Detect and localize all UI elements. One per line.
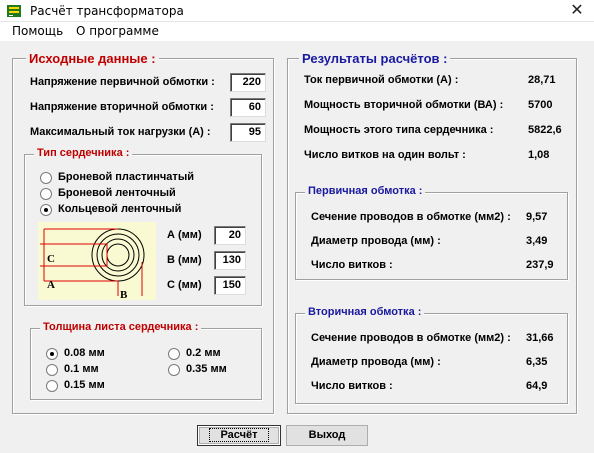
diagram-label-a: A (47, 279, 55, 291)
thickness-option-1-label: 0.1 мм (64, 363, 99, 375)
calculate-button[interactable]: Расчёт (197, 425, 281, 446)
close-icon[interactable]: ✕ (564, 1, 590, 21)
thickness-option-0-label: 0.08 мм (64, 347, 105, 359)
diagram-label-c: C (47, 253, 55, 265)
result-value-0: 28,71 (528, 74, 556, 86)
secondary-value-2: 64,9 (526, 380, 548, 392)
dim-c-field[interactable]: 150 (214, 276, 246, 295)
primary-voltage-label: Напряжение первичной обмотки : (30, 76, 215, 88)
secondary-value-0: 31,66 (526, 332, 554, 344)
primary-value-2: 237,9 (526, 259, 554, 271)
secondary-voltage-field[interactable]: 60 (230, 98, 266, 117)
secondary-label-0: Сечение проводов в обмотке (мм2) : (311, 332, 511, 344)
core-radio-2[interactable] (40, 204, 52, 216)
result-label-0: Ток первичной обмотки (А) : (304, 74, 459, 86)
thickness-radio-4[interactable] (168, 364, 180, 376)
thickness-radio-0[interactable] (46, 348, 58, 360)
thickness-option-2-label: 0.15 мм (64, 379, 105, 391)
secondary-winding-legend: Вторичная обмотка : (305, 306, 425, 318)
menu-help[interactable]: Помощь (12, 24, 63, 38)
max-current-label: Максимальный ток нагрузки (А) : (30, 126, 211, 138)
result-value-2: 5822,6 (528, 124, 562, 136)
primary-label-1: Диаметр провода (мм) : (311, 235, 441, 247)
result-label-3: Число витков на один вольт : (304, 149, 466, 161)
secondary-value-1: 6,35 (526, 356, 548, 368)
thickness-radio-1[interactable] (46, 364, 58, 376)
thickness-legend: Толщина листа сердечника : (40, 321, 202, 333)
thickness-radio-3[interactable] (168, 348, 180, 360)
core-radio-0[interactable] (40, 172, 52, 184)
dim-b-field[interactable]: 130 (214, 251, 246, 270)
max-current-field[interactable]: 95 (230, 123, 266, 142)
input-legend: Исходные данные : (26, 51, 159, 66)
result-value-3: 1,08 (528, 149, 550, 161)
secondary-voltage-label: Напряжение вторичной обмотки : (30, 101, 214, 113)
menu-about[interactable]: О программе (76, 24, 159, 38)
core-type-legend: Тип сердечника : (34, 147, 133, 159)
exit-button[interactable]: Выход (286, 425, 368, 446)
core-option-1-label: Броневой ленточный (58, 187, 176, 199)
app-icon (7, 5, 21, 17)
primary-value-0: 9,57 (526, 211, 548, 223)
thickness-option-3-label: 0.2 мм (186, 347, 221, 359)
core-radio-1[interactable] (40, 188, 52, 200)
thickness-radio-2[interactable] (46, 380, 58, 392)
result-label-1: Мощность вторичной обмотки (ВА) : (304, 99, 504, 111)
primary-label-0: Сечение проводов в обмотке (мм2) : (311, 211, 511, 223)
result-value-1: 5700 (528, 99, 553, 111)
primary-winding-legend: Первичная обмотка : (305, 185, 426, 197)
calculate-button-label: Расчёт (209, 428, 269, 442)
results-legend: Результаты расчётов : (299, 51, 451, 66)
dim-c-label: С (мм) (167, 279, 202, 291)
dim-a-label: А (мм) (167, 229, 202, 241)
primary-label-2: Число витков : (311, 259, 393, 271)
diagram-label-b: B (120, 289, 128, 300)
result-label-2: Мощность этого типа сердечника : (304, 124, 494, 136)
dim-a-field[interactable]: 20 (214, 226, 246, 245)
core-option-2-label: Кольцевой ленточный (58, 203, 182, 215)
title-bar: Расчёт трансформатора ✕ (0, 0, 594, 22)
toroid-core-diagram: C A B (38, 222, 156, 300)
thickness-option-4-label: 0.35 мм (186, 363, 227, 375)
secondary-label-2: Число витков : (311, 380, 393, 392)
dim-b-label: В (мм) (167, 254, 202, 266)
primary-voltage-field[interactable]: 220 (230, 73, 266, 92)
core-option-0-label: Броневой пластинчатый (58, 171, 194, 183)
secondary-label-1: Диаметр провода (мм) : (311, 356, 441, 368)
window-title: Расчёт трансформатора (30, 4, 184, 18)
primary-value-1: 3,49 (526, 235, 548, 247)
menu-bar: Помощь О программе (0, 22, 594, 41)
